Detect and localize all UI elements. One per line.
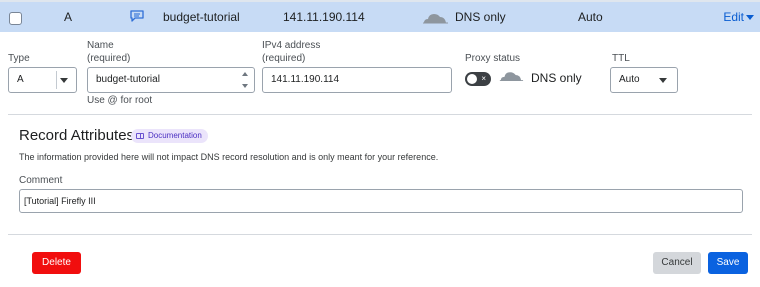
- record-name: budget-tutorial: [163, 10, 240, 24]
- edit-label: Edit: [723, 10, 744, 24]
- close-icon: ×: [481, 74, 486, 83]
- ipv4-input-value: 141.11.190.114: [271, 74, 340, 85]
- comment-input-value: [Tutorial] Firefly III: [24, 196, 96, 206]
- comment-icon: [130, 10, 144, 22]
- caret-down-icon: [746, 15, 754, 20]
- ttl-select[interactable]: Auto: [610, 67, 678, 93]
- record-row[interactable]: A budget-tutorial 141.11.190.114 DNS onl…: [0, 0, 760, 32]
- divider: [8, 114, 752, 115]
- ipv4-input[interactable]: 141.11.190.114: [262, 67, 452, 93]
- proxy-status-label: Proxy status: [465, 53, 521, 64]
- documentation-link[interactable]: Documentation: [131, 129, 208, 143]
- section-title: Record Attributes: [19, 127, 135, 144]
- section-description: The information provided here will not i…: [19, 152, 439, 162]
- comment-input[interactable]: [Tutorial] Firefly III: [19, 189, 743, 213]
- record-proxy-status: DNS only: [455, 10, 506, 24]
- cloud-icon: [499, 72, 524, 82]
- chevron-down-icon: [60, 78, 68, 83]
- ipv4-required-label: (required): [262, 53, 306, 64]
- ttl-label: TTL: [612, 53, 630, 64]
- documentation-label: Documentation: [148, 131, 202, 140]
- name-input-value: budget-tutorial: [96, 74, 160, 85]
- toggle-knob: [467, 74, 477, 84]
- record-content: 141.11.190.114: [283, 10, 365, 24]
- row-checkbox[interactable]: [9, 12, 22, 25]
- cancel-button[interactable]: Cancel: [653, 252, 701, 274]
- type-label: Type: [8, 53, 30, 64]
- comment-label: Comment: [19, 175, 63, 186]
- stepper-icon[interactable]: [242, 72, 249, 88]
- name-input[interactable]: budget-tutorial: [87, 67, 255, 93]
- divider: [8, 234, 752, 235]
- name-required-label: (required): [87, 53, 131, 64]
- ipv4-label: IPv4 address: [262, 40, 321, 51]
- ttl-select-value: Auto: [619, 74, 640, 85]
- edit-toggle-button[interactable]: Edit: [723, 2, 754, 32]
- type-select-value: A: [17, 74, 24, 85]
- cloud-icon: [423, 14, 448, 24]
- name-hint: Use @ for root: [87, 95, 153, 106]
- type-select[interactable]: A: [8, 67, 77, 93]
- save-button[interactable]: Save: [708, 252, 748, 274]
- book-icon: [136, 133, 144, 139]
- proxy-toggle[interactable]: ×: [465, 72, 491, 86]
- record-ttl: Auto: [578, 10, 603, 24]
- proxy-status-value: DNS only: [531, 71, 582, 85]
- delete-button[interactable]: Delete: [32, 252, 81, 274]
- chevron-down-icon: [659, 78, 667, 83]
- name-label: Name: [87, 40, 114, 51]
- record-type: A: [64, 10, 73, 24]
- select-separator: [56, 71, 57, 89]
